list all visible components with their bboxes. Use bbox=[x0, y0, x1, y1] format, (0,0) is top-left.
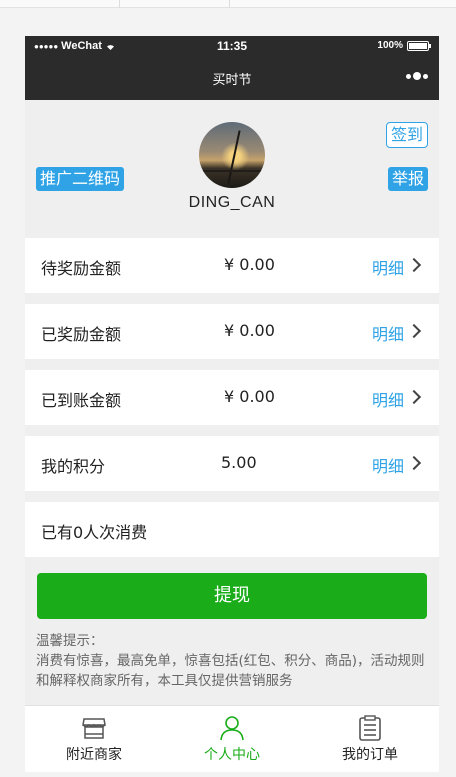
list-item-received[interactable]: 已到账金额 ¥ 0.00 明细 bbox=[25, 370, 439, 425]
row-value: 5.00 bbox=[221, 453, 257, 472]
person-icon bbox=[220, 716, 244, 741]
row-label: 已奖励金额 bbox=[41, 325, 122, 344]
tab-label: 我的订单 bbox=[342, 747, 398, 763]
more-menu-icon[interactable] bbox=[406, 72, 428, 80]
consume-count: 已有0人次消费 bbox=[41, 523, 148, 542]
page-title: 买时节 bbox=[212, 73, 252, 88]
notice-title: 温馨提示： bbox=[36, 633, 104, 649]
username: DING_CAN bbox=[188, 194, 276, 211]
list-item-rewarded[interactable]: 已奖励金额 ¥ 0.00 明细 bbox=[25, 304, 439, 359]
battery-icon bbox=[407, 40, 431, 51]
notice-body: 消费有惊喜，最高免单，惊喜包括(红包、积分、商品)，活动规则和解释权商家所有，本… bbox=[36, 653, 425, 689]
report-button[interactable]: 举报 bbox=[387, 167, 428, 191]
consume-count-row: 已有0人次消费 bbox=[25, 502, 439, 557]
withdraw-button[interactable]: 提现 bbox=[37, 573, 427, 619]
tab-label: 附近商家 bbox=[66, 747, 122, 763]
detail-link[interactable]: 明细 bbox=[372, 321, 404, 345]
avatar[interactable] bbox=[199, 122, 265, 188]
row-label: 我的积分 bbox=[41, 457, 106, 476]
tab-nearby-merchants[interactable]: 附近商家 bbox=[25, 706, 163, 772]
row-label: 已到账金额 bbox=[41, 391, 122, 410]
store-icon bbox=[82, 718, 106, 739]
status-bar: ●●●●● WeChat 11:35 100% bbox=[25, 36, 439, 58]
detail-link[interactable]: 明细 bbox=[372, 387, 404, 411]
chevron-right-icon bbox=[406, 455, 422, 471]
detail-link[interactable]: 明细 bbox=[372, 453, 404, 477]
row-label: 待奖励金额 bbox=[41, 259, 122, 278]
browser-tab[interactable] bbox=[0, 0, 120, 8]
tab-my-orders[interactable]: 我的订单 bbox=[301, 706, 439, 772]
chevron-right-icon bbox=[406, 323, 422, 339]
nav-bar: 买时节 bbox=[25, 58, 439, 100]
browser-tab-strip bbox=[0, 0, 456, 8]
profile-header: 签到 推广二维码 举报 DING_CAN bbox=[25, 100, 439, 238]
row-value: ¥ 0.00 bbox=[224, 321, 275, 340]
list-item-pending-reward[interactable]: 待奖励金额 ¥ 0.00 明细 bbox=[25, 238, 439, 293]
list-item-points[interactable]: 我的积分 5.00 明细 bbox=[25, 436, 439, 491]
row-value: ¥ 0.00 bbox=[224, 387, 275, 406]
battery-percent: 100% bbox=[377, 40, 403, 51]
tab-label: 个人中心 bbox=[204, 747, 260, 763]
tab-bar: 附近商家 个人中心 我的订单 bbox=[25, 705, 439, 772]
row-value: ¥ 0.00 bbox=[224, 255, 275, 274]
browser-tab[interactable] bbox=[120, 0, 230, 8]
clipboard-icon bbox=[359, 715, 381, 741]
chevron-right-icon bbox=[406, 257, 422, 273]
phone-screen: ●●●●● WeChat 11:35 100% 买时节 签到 推广二维码 举报 … bbox=[25, 36, 439, 772]
detail-link[interactable]: 明细 bbox=[372, 255, 404, 279]
promo-qrcode-button[interactable]: 推广二维码 bbox=[36, 167, 125, 191]
notice: 温馨提示： 消费有惊喜，最高免单，惊喜包括(红包、积分、商品)，活动规则和解释权… bbox=[36, 631, 436, 691]
signin-button[interactable]: 签到 bbox=[385, 122, 428, 148]
tab-personal-center[interactable]: 个人中心 bbox=[163, 706, 301, 772]
chevron-right-icon bbox=[406, 389, 422, 405]
